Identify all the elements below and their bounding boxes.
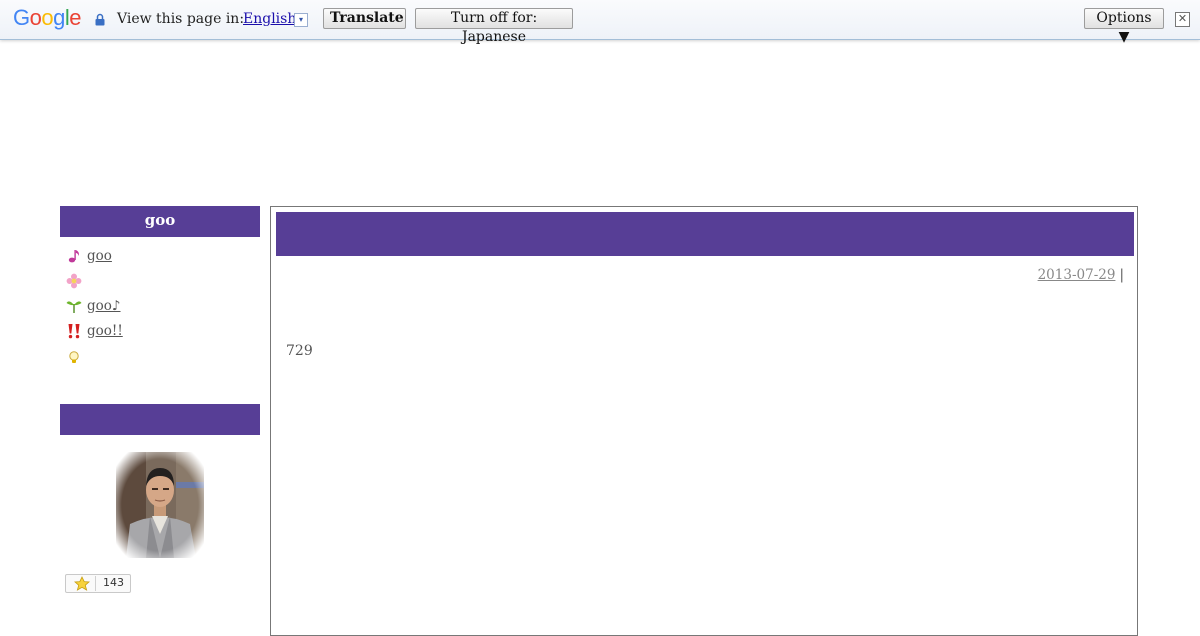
menu-item <box>66 343 123 368</box>
profile-photo[interactable] <box>116 452 204 558</box>
translate-bar: Google View this page in: English ▾ Tran… <box>0 0 1200 45</box>
language-link[interactable]: English <box>243 11 296 27</box>
lock-icon <box>95 13 105 26</box>
view-page-label: View this page in: <box>117 11 245 27</box>
menu-item <box>66 268 123 293</box>
star-count: 143 <box>103 576 124 589</box>
profile-header <box>60 404 260 435</box>
sidebar-header: goo <box>60 206 260 237</box>
options-button[interactable]: Options ▼ <box>1084 8 1164 45</box>
translate-button[interactable]: Translate <box>323 8 406 29</box>
sidebar-menu: goo goo♪ goo!! <box>66 243 123 368</box>
menu-link[interactable]: goo!! <box>87 323 123 339</box>
post-meta: 2013-07-29 | <box>1038 267 1128 283</box>
flower-icon <box>66 273 82 288</box>
star-button[interactable]: 143 <box>65 574 131 593</box>
profile-photo-graphic <box>116 452 204 558</box>
language-dropdown-button[interactable]: ▾ <box>294 13 308 27</box>
google-logo: Google <box>13 5 82 30</box>
star-icon <box>74 576 96 591</box>
lightbulb-icon <box>69 350 79 363</box>
menu-link[interactable]: goo♪ <box>87 298 121 314</box>
post-date-link[interactable]: 2013-07-29 <box>1038 267 1116 283</box>
post-body-text: 729 <box>286 343 313 359</box>
menu-link[interactable]: goo <box>87 248 112 264</box>
turn-off-button[interactable]: Turn off for: Japanese <box>415 8 573 45</box>
menu-item: goo <box>66 243 123 268</box>
main-article-frame <box>270 206 1138 636</box>
article-title-bar <box>276 212 1134 256</box>
meta-separator: | <box>1119 267 1124 283</box>
music-note-icon <box>68 249 79 262</box>
sprout-icon <box>66 300 82 313</box>
double-exclamation-icon <box>68 323 80 338</box>
close-icon[interactable]: ✕ <box>1175 12 1190 27</box>
menu-item: goo!! <box>66 318 123 343</box>
menu-item: goo♪ <box>66 293 123 318</box>
